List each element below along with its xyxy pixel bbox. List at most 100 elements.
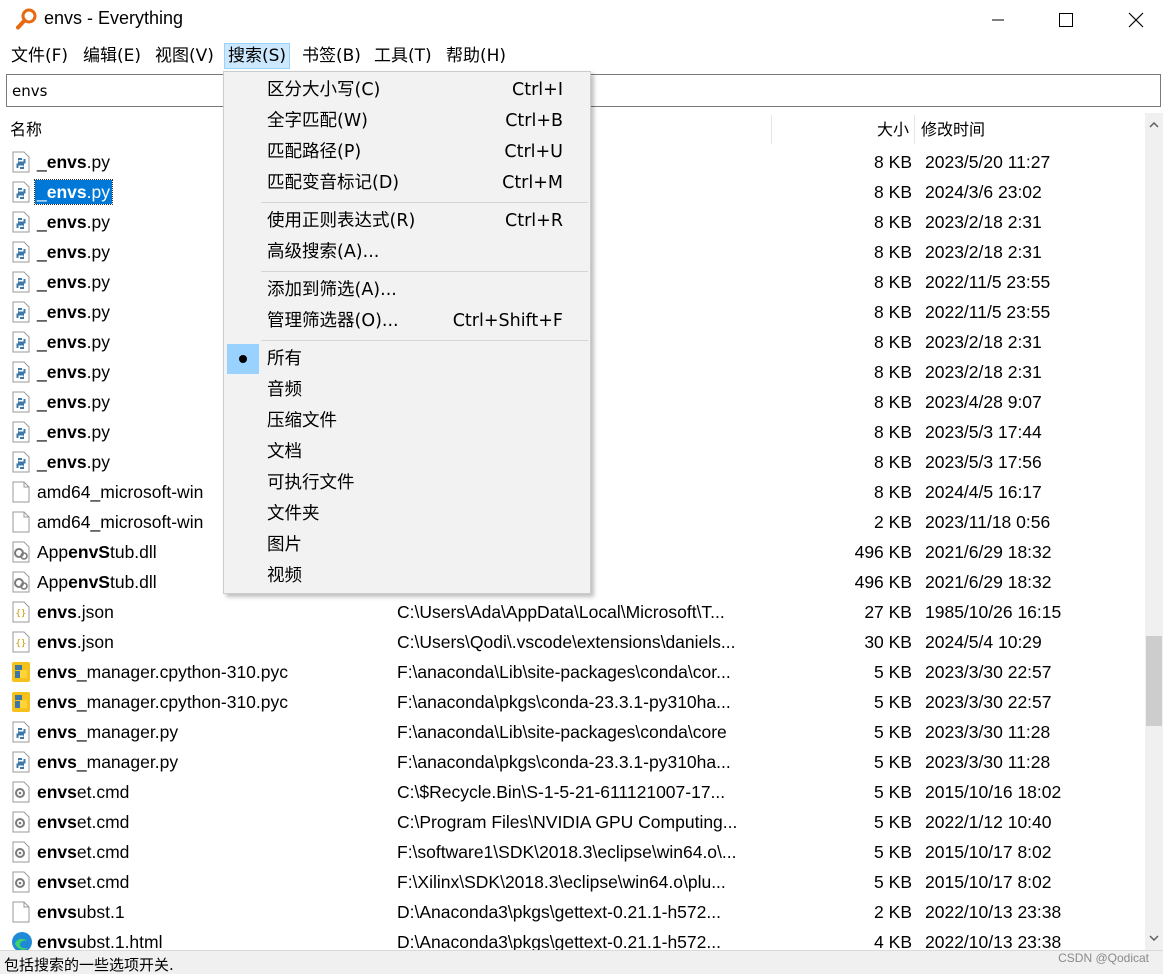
maximize-button[interactable]: [1031, 0, 1101, 40]
menu-help[interactable]: 帮助(H): [443, 43, 509, 69]
menu-bookmarks[interactable]: 书签(B): [299, 43, 364, 69]
file-name-prefix: amd64_microsoft-win: [37, 482, 204, 502]
file-name: AppenvStub.dll: [37, 540, 157, 564]
vertical-scrollbar[interactable]: [1145, 113, 1163, 950]
menu-edit[interactable]: 编辑(E): [80, 43, 144, 69]
menu-item-filter-document[interactable]: 文档: [226, 437, 588, 467]
window-title: envs - Everything: [44, 8, 184, 28]
cmd-file-icon: [11, 781, 31, 803]
file-size: 5 KB: [874, 782, 912, 802]
file-name-suffix: .py: [86, 302, 110, 322]
cmd-file-icon: [11, 811, 31, 833]
file-name: _envs.py: [37, 270, 110, 294]
file-row[interactable]: {} envs.json C:\Users\Ada\AppData\Local\Mi…: [4, 596, 1145, 626]
menu-separator: [261, 202, 588, 203]
menu-item-match-case[interactable]: 区分大小写(C) Ctrl+I: [226, 75, 588, 105]
file-name: _envs.py: [37, 300, 110, 324]
file-name-prefix: _: [37, 212, 47, 232]
menu-item-filter-picture[interactable]: 图片: [226, 530, 588, 560]
file-modified-date: 1985/10/26 16:15: [925, 602, 1062, 622]
file-row[interactable]: envset.cmd F:\Xilinx\SDK\2018.3\eclipse\w…: [4, 866, 1145, 896]
menu-item-match-diacritics[interactable]: 匹配变音标记(D) Ctrl+M: [226, 168, 588, 198]
menu-item-regex[interactable]: 使用正则表达式(R) Ctrl+R: [226, 206, 588, 236]
file-name-suffix: _manager.cpython-310.pyc: [76, 662, 289, 682]
file-size: 496 KB: [854, 572, 912, 592]
menu-item-filter-folder[interactable]: 文件夹: [226, 499, 588, 529]
file-path: F:\software1\SDK\2018.3\eclipse\win64.o\…: [397, 842, 737, 862]
file-row[interactable]: envset.cmd C:\$Recycle.Bin\S-1-5-21-61112…: [4, 776, 1145, 806]
file-name-match: envs: [46, 332, 87, 352]
python-file-icon: [11, 211, 31, 233]
file-name-prefix: _: [37, 302, 47, 322]
menu-separator: [261, 340, 588, 341]
file-name-match: envS: [68, 572, 110, 592]
column-divider[interactable]: [771, 115, 772, 144]
file-row[interactable]: envsubst.1.html D:\Anaconda3\pkgs\gettext…: [4, 926, 1145, 950]
menu-search[interactable]: 搜索(S): [224, 43, 291, 69]
file-name-prefix: _: [37, 272, 47, 292]
column-name-header[interactable]: 名称: [10, 113, 42, 146]
menu-item-match-path[interactable]: 匹配路径(P) Ctrl+U: [226, 137, 588, 167]
file-name-prefix: _: [37, 392, 47, 412]
close-window-button[interactable]: [1101, 0, 1163, 40]
file-modified-date: 2023/5/3 17:44: [925, 422, 1042, 442]
file-size: 5 KB: [874, 722, 912, 742]
file-row[interactable]: envset.cmd C:\Program Files\NVIDIA GPU Co…: [4, 806, 1145, 836]
file-size: 8 KB: [874, 482, 912, 502]
file-path: C:\Users\Ada\AppData\Local\Microsoft\T..…: [397, 602, 725, 622]
menu-item-filter-executable[interactable]: 可执行文件: [226, 468, 588, 498]
file-name-prefix: _: [37, 152, 47, 172]
python-file-icon: [11, 451, 31, 473]
column-size-header[interactable]: 大小: [877, 113, 909, 146]
file-name-prefix: _: [37, 242, 47, 262]
file-size: 30 KB: [864, 632, 912, 652]
menu-file[interactable]: 文件(F): [8, 43, 71, 69]
menu-item-filter-everything[interactable]: 所有: [226, 344, 588, 374]
chevron-down-icon: [1149, 935, 1159, 941]
menu-item-add-to-filters[interactable]: 添加到筛选(A)...: [226, 275, 588, 305]
edge-html-icon: [11, 931, 32, 950]
menu-item-advanced-search[interactable]: 高级搜索(A)...: [226, 237, 588, 267]
menu-item-filter-audio[interactable]: 音频: [226, 375, 588, 405]
file-name-suffix: .py: [86, 452, 110, 472]
file-row[interactable]: envs_manager.py F:\anaconda\Lib\site-pack…: [4, 716, 1145, 746]
minimize-button[interactable]: [963, 0, 1033, 40]
file-row[interactable]: envs_manager.cpython-310.pyc F:\anaconda\…: [4, 656, 1145, 686]
file-row[interactable]: {} envs.json C:\Users\Qodi\.vscode\extensi…: [4, 626, 1145, 656]
file-size: 496 KB: [854, 542, 912, 562]
file-name-suffix: .py: [86, 212, 110, 232]
file-row[interactable]: envs_manager.py F:\anaconda\pkgs\conda-23…: [4, 746, 1145, 776]
column-divider[interactable]: [914, 115, 915, 144]
scroll-thumb[interactable]: [1146, 636, 1162, 726]
file-path: F:\anaconda\pkgs\conda-23.3.1-py310ha...: [397, 692, 731, 712]
menu-item-match-whole-word[interactable]: 全字匹配(W) Ctrl+B: [226, 106, 588, 136]
file-name: _envs.py: [37, 360, 110, 384]
menu-item-organize-filters[interactable]: 管理筛选器(O)... Ctrl+Shift+F: [226, 306, 588, 336]
file-name-match: envs: [46, 422, 87, 442]
file-name-suffix: .py: [86, 332, 110, 352]
minimize-icon: [992, 19, 1004, 21]
file-size: 5 KB: [874, 692, 912, 712]
file-row[interactable]: envs_manager.cpython-310.pyc F:\anaconda\…: [4, 686, 1145, 716]
file-name-suffix: ubst.1: [76, 902, 125, 922]
menu-view[interactable]: 视图(V): [152, 43, 217, 69]
menu-item-filter-video[interactable]: 视频: [226, 561, 588, 591]
file-row[interactable]: envsubst.1 D:\Anaconda3\pkgs\gettext-0.21…: [4, 896, 1145, 926]
column-modified-header[interactable]: 修改时间: [921, 113, 985, 146]
file-name-suffix: .py: [86, 272, 110, 292]
blank-file-icon: [11, 481, 31, 503]
everything-magnifier-icon: [16, 8, 37, 30]
file-modified-date: 2023/3/30 22:57: [925, 692, 1052, 712]
menu-bar: 文件(F) 编辑(E) 视图(V) 搜索(S) 书签(B) 工具(T) 帮助(H…: [0, 40, 1163, 71]
scroll-down-button[interactable]: [1145, 926, 1163, 950]
file-row[interactable]: envset.cmd F:\software1\SDK\2018.3\eclips…: [4, 836, 1145, 866]
menu-tools[interactable]: 工具(T): [371, 43, 435, 69]
cmd-file-icon: [11, 871, 31, 893]
file-name: envset.cmd: [37, 840, 129, 864]
file-path: D:\Anaconda3\pkgs\gettext-0.21.1-h572...: [397, 932, 721, 950]
python-file-icon: [11, 361, 31, 383]
menu-separator: [261, 271, 588, 272]
menu-item-filter-compressed[interactable]: 压缩文件: [226, 406, 588, 436]
scroll-up-button[interactable]: [1145, 113, 1163, 137]
file-name-match: envs: [37, 662, 77, 682]
